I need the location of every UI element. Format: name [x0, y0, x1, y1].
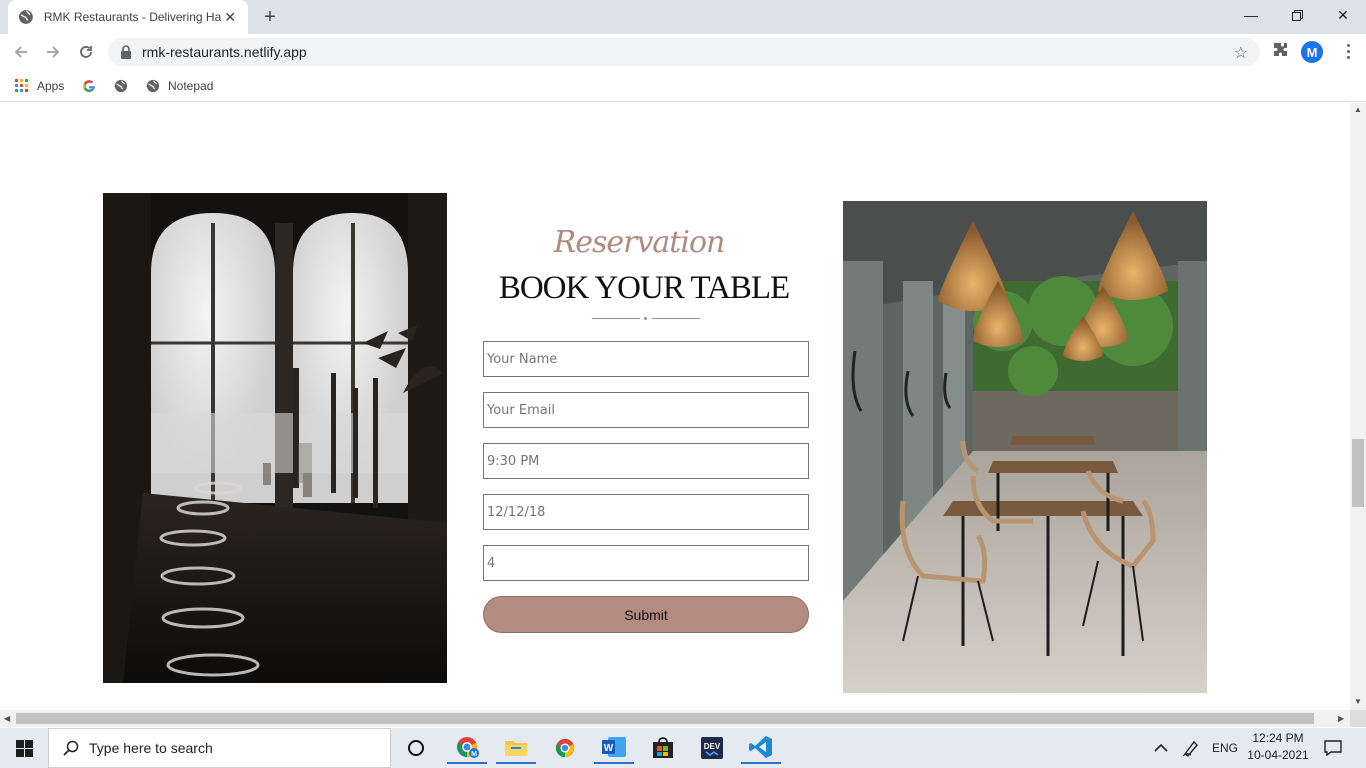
cortana-icon[interactable] [396, 732, 436, 764]
browser-tab[interactable]: RMK Restaurants - Delivering Ha ✕ [8, 0, 248, 34]
vscode-icon[interactable] [741, 732, 781, 764]
horizontal-scrollbar[interactable]: ◀ ▶ [0, 710, 1350, 727]
bookmark-notepad[interactable]: Notepad [146, 76, 213, 96]
reservation-section: Reservation BOOK YOUR TABLE Submit [483, 225, 809, 633]
restaurant-patio-photo [843, 201, 1207, 693]
clock-time: 12:24 PM [1252, 731, 1304, 745]
forward-icon[interactable] [41, 40, 65, 64]
bookmark-apps[interactable]: Apps [15, 76, 64, 96]
heading-divider [592, 315, 700, 321]
globe-icon [114, 79, 128, 93]
store-icon[interactable] [643, 732, 683, 764]
page-viewport: Reservation BOOK YOUR TABLE Submit [0, 103, 1350, 710]
word-icon[interactable]: W [594, 732, 634, 764]
bookmarks-bar: Apps Notepad [0, 70, 1366, 102]
dev-app-icon[interactable]: DEV [692, 732, 732, 764]
notifications-icon[interactable] [1324, 728, 1342, 768]
bookmark-label: Notepad [168, 79, 214, 93]
clock-date: 10-04-2021 [1247, 748, 1309, 762]
time-field[interactable] [483, 443, 809, 479]
name-field[interactable] [483, 341, 809, 377]
chrome-icon[interactable] [545, 732, 585, 764]
scroll-down-icon[interactable]: ▼ [1354, 697, 1362, 706]
profile-avatar[interactable]: M [1301, 41, 1323, 63]
svg-text:W: W [604, 743, 614, 754]
close-window-icon[interactable]: ✕ [1320, 0, 1366, 30]
globe-icon [18, 10, 33, 24]
browser-toolbar: rmk-restaurants.netlify.app ☆ [0, 34, 1366, 70]
back-icon[interactable] [9, 40, 33, 64]
vertical-scroll-thumb[interactable] [1352, 439, 1364, 507]
taskbar-search-placeholder: Type here to search [89, 740, 213, 756]
bookmark-globe[interactable] [114, 76, 136, 96]
bookmark-star-icon[interactable]: ☆ [1234, 43, 1248, 63]
svg-text:M: M [471, 751, 477, 758]
minimize-icon[interactable]: — [1228, 0, 1274, 30]
book-table-heading: BOOK YOUR TABLE [498, 270, 790, 306]
url-text: rmk-restaurants.netlify.app [142, 44, 307, 60]
new-tab-icon[interactable]: + [258, 5, 282, 29]
scroll-up-icon[interactable]: ▲ [1354, 105, 1362, 114]
vertical-scrollbar[interactable]: ▲ ▼ [1350, 103, 1366, 710]
restore-icon[interactable] [1274, 0, 1320, 30]
file-explorer-icon[interactable] [496, 732, 536, 764]
google-icon [83, 80, 95, 93]
reservation-script-heading: Reservation [553, 225, 726, 260]
show-hidden-icons[interactable] [1154, 728, 1168, 768]
search-icon [63, 740, 79, 756]
lock-icon [121, 45, 131, 59]
tab-strip: RMK Restaurants - Delivering Ha ✕ + — ✕ [0, 0, 1366, 34]
reload-icon[interactable] [74, 40, 98, 64]
tab-title: RMK Restaurants - Delivering Ha [43, 10, 222, 24]
apps-grid-icon [15, 79, 28, 92]
bookmark-label: Apps [37, 79, 65, 93]
submit-button[interactable]: Submit [483, 596, 809, 633]
email-field[interactable] [483, 392, 809, 428]
extensions-icon[interactable] [1270, 40, 1290, 60]
horizontal-scroll-thumb[interactable] [16, 713, 1314, 724]
language-indicator[interactable]: ENG [1212, 728, 1238, 768]
windows-start-icon[interactable] [0, 728, 48, 768]
scroll-right-icon[interactable]: ▶ [1338, 714, 1344, 723]
taskbar-clock[interactable]: 12:24 PM 10-04-2021 [1243, 730, 1313, 764]
chrome-profile-taskbar-icon[interactable]: M [447, 732, 487, 764]
scroll-left-icon[interactable]: ◀ [4, 714, 10, 723]
browser-menu-icon[interactable] [1340, 40, 1356, 62]
bookmark-google[interactable] [82, 76, 104, 96]
guests-field[interactable] [483, 545, 809, 581]
taskbar-search[interactable]: Type here to search [48, 728, 391, 768]
scrollbar-corner [1350, 710, 1366, 727]
svg-text:DEV: DEV [704, 742, 721, 751]
restaurant-interior-photo [103, 193, 447, 683]
address-bar[interactable]: rmk-restaurants.netlify.app ☆ [108, 38, 1260, 66]
date-field[interactable] [483, 494, 809, 530]
pen-icon[interactable] [1182, 728, 1200, 768]
reservation-form: Submit [483, 341, 809, 633]
tab-close-icon[interactable]: ✕ [222, 9, 238, 26]
globe-icon [146, 79, 160, 93]
windows-taskbar: Type here to search M W DEV ENG 12:24 PM… [0, 728, 1366, 768]
